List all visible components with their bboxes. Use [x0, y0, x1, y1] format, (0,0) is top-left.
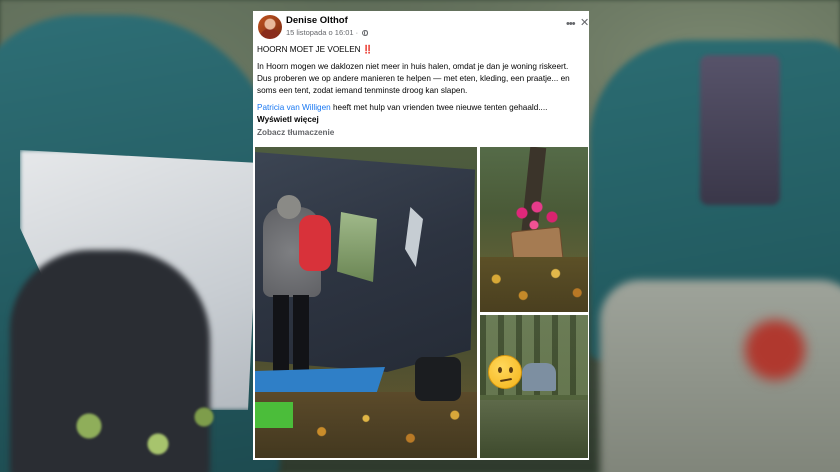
post-headline: HOORN MOET JE VOELEN ‼️ — [257, 44, 585, 56]
photo-camp[interactable] — [480, 315, 588, 458]
fallen-leaves — [480, 257, 588, 312]
person-head — [277, 195, 301, 219]
facebook-post-card: Denise Olthof 15 listopada o 16:01 · •••… — [253, 11, 589, 460]
post-meta: 15 listopada o 16:01 · — [286, 28, 369, 37]
headline-text: HOORN MOET JE VOELEN — [257, 45, 361, 54]
post-body: In Hoorn mogen we daklozen niet meer in … — [257, 62, 570, 95]
author-avatar[interactable] — [258, 15, 282, 39]
author-name[interactable]: Denise Olthof — [286, 15, 348, 26]
neutral-face-emoji-icon — [488, 355, 522, 389]
photo-tent-person[interactable] — [255, 147, 477, 458]
double-exclamation-emoji: ‼️ — [362, 45, 373, 54]
mention-suffix: heeft met hulp van vrienden twee nieuwe … — [330, 103, 548, 112]
red-backpack — [299, 215, 331, 271]
post-mention-line: Patricia van Willigen heeft met hulp van… — [257, 102, 585, 114]
see-more-link[interactable]: Wyświetl więcej — [257, 114, 585, 126]
photo-grid — [255, 147, 588, 458]
mention-link[interactable]: Patricia van Willigen — [257, 103, 331, 112]
background-clothes — [700, 55, 780, 205]
ground — [480, 400, 588, 458]
tarp-tear — [337, 212, 377, 282]
photo-memorial[interactable] — [480, 147, 588, 312]
background-red-object — [745, 320, 805, 380]
close-icon[interactable]: ✕ — [580, 16, 589, 29]
see-translation-link[interactable]: Zobacz tłumaczenie — [257, 128, 334, 137]
person-legs — [273, 295, 309, 375]
post-text: HOORN MOET JE VOELEN ‼️ In Hoorn mogen w… — [257, 44, 585, 126]
post-header: Denise Olthof 15 listopada o 16:01 · •••… — [253, 11, 589, 45]
background-leaves — [20, 390, 250, 472]
green-item — [255, 402, 293, 428]
background-ground — [600, 280, 840, 472]
tent — [522, 363, 556, 391]
globe-icon — [362, 30, 369, 37]
post-timestamp[interactable]: 15 listopada o 16:01 — [286, 28, 354, 37]
more-options-icon[interactable]: ••• — [566, 18, 576, 30]
black-bag — [415, 357, 461, 401]
